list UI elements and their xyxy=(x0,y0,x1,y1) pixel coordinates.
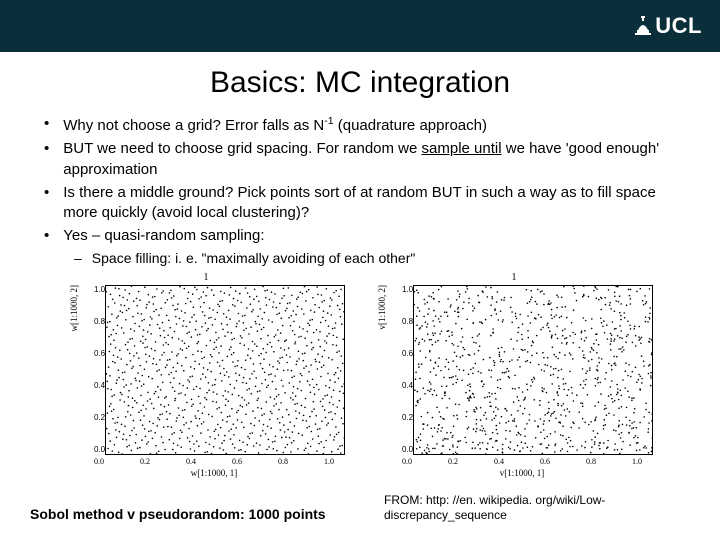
x-axis-label: w[1:1000, 1] xyxy=(94,468,334,478)
y-axis-label: w[1:1000, 2] xyxy=(69,285,79,332)
text: Why not choose a grid? Error falls as N xyxy=(63,117,324,134)
tick: 1.0 xyxy=(94,285,105,294)
bullet-list: Why not choose a grid? Error falls as N-… xyxy=(38,114,682,247)
figure-row: 1 w[1:1000, 2] 1.0 0.8 0.6 0.4 0.2 0.0 xyxy=(38,272,682,478)
x-ticks: 0.0 0.2 0.4 0.6 0.8 1.0 xyxy=(402,457,642,466)
superscript: -1 xyxy=(324,115,333,127)
tick: 0.0 xyxy=(94,457,104,466)
scatter-dots xyxy=(414,286,653,455)
y-ticks: 1.0 0.8 0.6 0.4 0.2 0.0 xyxy=(94,285,105,455)
figure-caption: Sobol method v pseudorandom: 1000 points xyxy=(30,506,360,522)
source-attribution: FROM: http: //en. wikipedia. org/wiki/Lo… xyxy=(384,493,690,522)
figure-title: 1 xyxy=(58,272,354,283)
tick: 1.0 xyxy=(324,457,334,466)
text: BUT we need to choose grid spacing. For … xyxy=(63,140,421,157)
sub-bullet-1: Space filling: i. e. "maximally avoiding… xyxy=(74,250,682,266)
logo-text: UCL xyxy=(655,13,702,39)
x-axis-label: v[1:1000, 1] xyxy=(402,468,642,478)
bullet-1: Why not choose a grid? Error falls as N-… xyxy=(38,114,682,136)
scatter-dots xyxy=(106,286,345,455)
y-axis-label: v[1:1000, 2] xyxy=(377,285,387,330)
bullet-4: Yes – quasi-random sampling: xyxy=(38,226,682,246)
bullet-2: BUT we need to choose grid spacing. For … xyxy=(38,139,682,180)
content: Why not choose a grid? Error falls as N-… xyxy=(0,114,720,478)
tick: 0.2 xyxy=(140,457,150,466)
bullet-3: Is there a middle ground? Pick points so… xyxy=(38,183,682,224)
figure-pseudorandom: 1 v[1:1000, 2] 1.0 0.8 0.6 0.4 0.2 0.0 xyxy=(366,272,662,478)
y-ticks: 1.0 0.8 0.6 0.4 0.2 0.0 xyxy=(402,285,413,455)
tick: 0.4 xyxy=(186,457,196,466)
tick: 0.8 xyxy=(94,317,105,326)
x-ticks: 0.0 0.2 0.4 0.6 0.8 1.0 xyxy=(94,457,334,466)
figure-sobol: 1 w[1:1000, 2] 1.0 0.8 0.6 0.4 0.2 0.0 xyxy=(58,272,354,478)
text: Is there a middle ground? Pick points so… xyxy=(63,183,682,224)
text-underline: sample until xyxy=(422,140,502,157)
tick: 0.8 xyxy=(586,457,596,466)
scatter-plot-sobol xyxy=(105,285,345,455)
slide-title: Basics: MC integration xyxy=(0,66,720,100)
tick: 0.6 xyxy=(402,349,413,358)
tick: 0.4 xyxy=(402,381,413,390)
tick: 0.8 xyxy=(402,317,413,326)
tick: 0.6 xyxy=(232,457,242,466)
tick: 1.0 xyxy=(632,457,642,466)
tick: 0.2 xyxy=(448,457,458,466)
text: Space filling: i. e. "maximally avoiding… xyxy=(92,250,416,266)
tick: 0.4 xyxy=(94,381,105,390)
ucl-logo: UCL xyxy=(635,13,702,39)
figure-title: 1 xyxy=(366,272,662,283)
tick: 0.6 xyxy=(94,349,105,358)
scatter-plot-random xyxy=(413,285,653,455)
header-bar: UCL xyxy=(0,0,720,52)
text: Yes – quasi-random sampling: xyxy=(63,226,264,246)
tick: 0.0 xyxy=(402,445,413,454)
tick: 0.0 xyxy=(402,457,412,466)
sub-bullet-list: Space filling: i. e. "maximally avoiding… xyxy=(74,250,682,266)
dome-icon xyxy=(635,16,651,36)
tick: 0.6 xyxy=(540,457,550,466)
tick: 0.2 xyxy=(402,413,413,422)
tick: 0.8 xyxy=(278,457,288,466)
tick: 0.2 xyxy=(94,413,105,422)
tick: 0.0 xyxy=(94,445,105,454)
text: (quadrature approach) xyxy=(334,117,487,134)
tick: 1.0 xyxy=(402,285,413,294)
tick: 0.4 xyxy=(494,457,504,466)
footer: Sobol method v pseudorandom: 1000 points… xyxy=(0,493,720,522)
